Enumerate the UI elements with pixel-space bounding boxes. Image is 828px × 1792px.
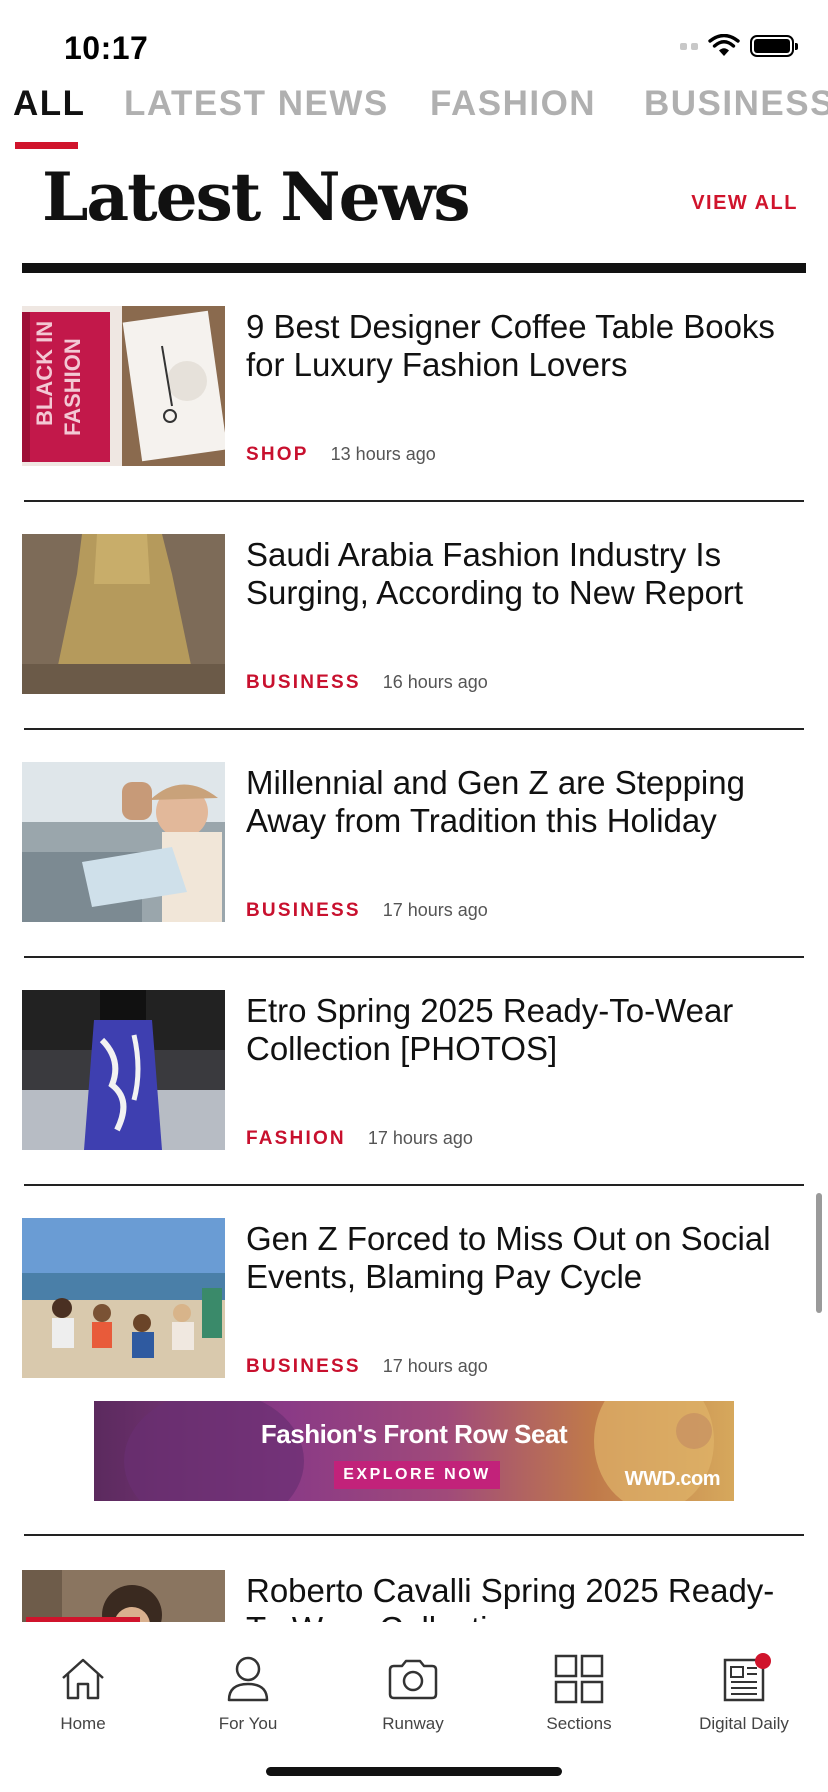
nav-digital-daily[interactable]: Digital Daily bbox=[674, 1652, 814, 1734]
nav-digital-daily-label: Digital Daily bbox=[699, 1714, 789, 1733]
article-category[interactable]: FASHION bbox=[246, 1128, 346, 1150]
nav-sections-label: Sections bbox=[546, 1714, 612, 1733]
status-bar: 10:17 bbox=[0, 0, 828, 80]
newspaper-icon bbox=[723, 1653, 771, 1702]
article-time: 17 hours ago bbox=[382, 900, 488, 920]
article-time: 13 hours ago bbox=[330, 444, 436, 464]
article-thumbnail[interactable] bbox=[22, 534, 225, 694]
tab-fashion[interactable]: FASHION bbox=[430, 84, 596, 124]
article-item[interactable]: Etro Spring 2025 Ready-To-Wear Collectio… bbox=[22, 990, 806, 1218]
article-thumbnail[interactable] bbox=[22, 1218, 225, 1378]
article-divider bbox=[24, 956, 804, 958]
nav-runway-label: Runway bbox=[382, 1714, 444, 1733]
svg-text:BLACK IN: BLACK IN bbox=[32, 321, 57, 426]
article-meta: BUSINESS 16 hours ago bbox=[246, 672, 488, 694]
nav-sections[interactable]: Sections bbox=[509, 1652, 649, 1734]
article-meta: SHOP 13 hours ago bbox=[246, 444, 436, 466]
article-divider bbox=[24, 500, 804, 502]
article-time: 16 hours ago bbox=[382, 672, 488, 692]
battery-icon bbox=[750, 35, 798, 57]
ad-banner[interactable]: Fashion's Front Row Seat EXPLORE NOW WWD… bbox=[94, 1401, 734, 1501]
nav-for-you-label: For You bbox=[218, 1714, 278, 1733]
person-icon bbox=[227, 1656, 269, 1702]
article-thumbnail[interactable] bbox=[22, 1570, 225, 1622]
ad-headline: Fashion's Front Row Seat bbox=[260, 1419, 568, 1449]
article-thumbnail[interactable]: BLACK IN FASHION bbox=[22, 306, 225, 466]
article-headline[interactable]: 9 Best Designer Coffee Table Books for L… bbox=[246, 308, 786, 384]
nav-home[interactable]: Home bbox=[13, 1652, 153, 1734]
article-meta: FASHION 17 hours ago bbox=[246, 1128, 473, 1150]
svg-text:FASHION: FASHION bbox=[60, 338, 85, 436]
nav-home-label: Home bbox=[60, 1714, 106, 1733]
wifi-icon bbox=[708, 34, 740, 56]
article-item[interactable]: Millennial and Gen Z are Stepping Away f… bbox=[22, 762, 806, 990]
article-headline[interactable]: Saudi Arabia Fashion Industry Is Surging… bbox=[246, 536, 786, 612]
article-headline[interactable]: Gen Z Forced to Miss Out on Social Event… bbox=[246, 1220, 786, 1296]
ad-brand-logo: WWD.com bbox=[624, 1468, 721, 1490]
category-tabs: ALL LATEST NEWS FASHION BUSINESS bbox=[0, 80, 828, 150]
active-tab-indicator bbox=[15, 142, 78, 149]
status-time: 10:17 bbox=[64, 30, 149, 66]
home-indicator bbox=[266, 1767, 562, 1776]
article-meta: BUSINESS 17 hours ago bbox=[246, 1356, 488, 1378]
scrollbar[interactable] bbox=[816, 1193, 822, 1313]
article-divider bbox=[24, 1184, 804, 1186]
grid-icon bbox=[554, 1654, 604, 1704]
tab-all[interactable]: ALL bbox=[13, 84, 86, 124]
section-divider bbox=[22, 263, 806, 273]
tab-business[interactable]: BUSINESS bbox=[644, 84, 828, 124]
article-divider bbox=[24, 728, 804, 730]
article-category[interactable]: BUSINESS bbox=[246, 900, 361, 922]
ad-explore-button[interactable]: EXPLORE NOW bbox=[334, 1461, 500, 1489]
article-category[interactable]: BUSINESS bbox=[246, 1356, 361, 1378]
article-thumbnail[interactable] bbox=[22, 762, 225, 922]
article-headline[interactable]: Millennial and Gen Z are Stepping Away f… bbox=[246, 764, 786, 840]
nav-runway[interactable]: Runway bbox=[343, 1652, 483, 1734]
section-title: Latest News bbox=[42, 158, 471, 236]
article-item[interactable]: BLACK IN FASHION 9 Best Designer Coffee … bbox=[22, 306, 806, 534]
article-headline[interactable]: Etro Spring 2025 Ready-To-Wear Collectio… bbox=[246, 992, 786, 1068]
article-time: 17 hours ago bbox=[367, 1128, 473, 1148]
article-item[interactable]: Roberto Cavalli Spring 2025 Ready-To-Wea… bbox=[22, 1570, 806, 1622]
notification-dot bbox=[755, 1653, 771, 1669]
article-time: 17 hours ago bbox=[382, 1356, 488, 1376]
camera-icon bbox=[388, 1659, 438, 1700]
nav-for-you[interactable]: For You bbox=[178, 1652, 318, 1734]
tab-latest-news[interactable]: LATEST NEWS bbox=[124, 84, 389, 124]
article-divider bbox=[24, 1534, 804, 1536]
article-thumbnail[interactable] bbox=[22, 990, 225, 1150]
home-icon bbox=[62, 1658, 104, 1700]
view-all-link[interactable]: VIEW ALL bbox=[691, 192, 798, 215]
status-icons bbox=[680, 34, 798, 58]
article-category[interactable]: SHOP bbox=[246, 444, 309, 466]
article-item[interactable]: Saudi Arabia Fashion Industry Is Surging… bbox=[22, 534, 806, 762]
article-headline[interactable]: Roberto Cavalli Spring 2025 Ready-To-Wea… bbox=[246, 1572, 786, 1622]
article-meta: BUSINESS 17 hours ago bbox=[246, 900, 488, 922]
cellular-signal-icon bbox=[680, 42, 698, 50]
article-category[interactable]: BUSINESS bbox=[246, 672, 361, 694]
